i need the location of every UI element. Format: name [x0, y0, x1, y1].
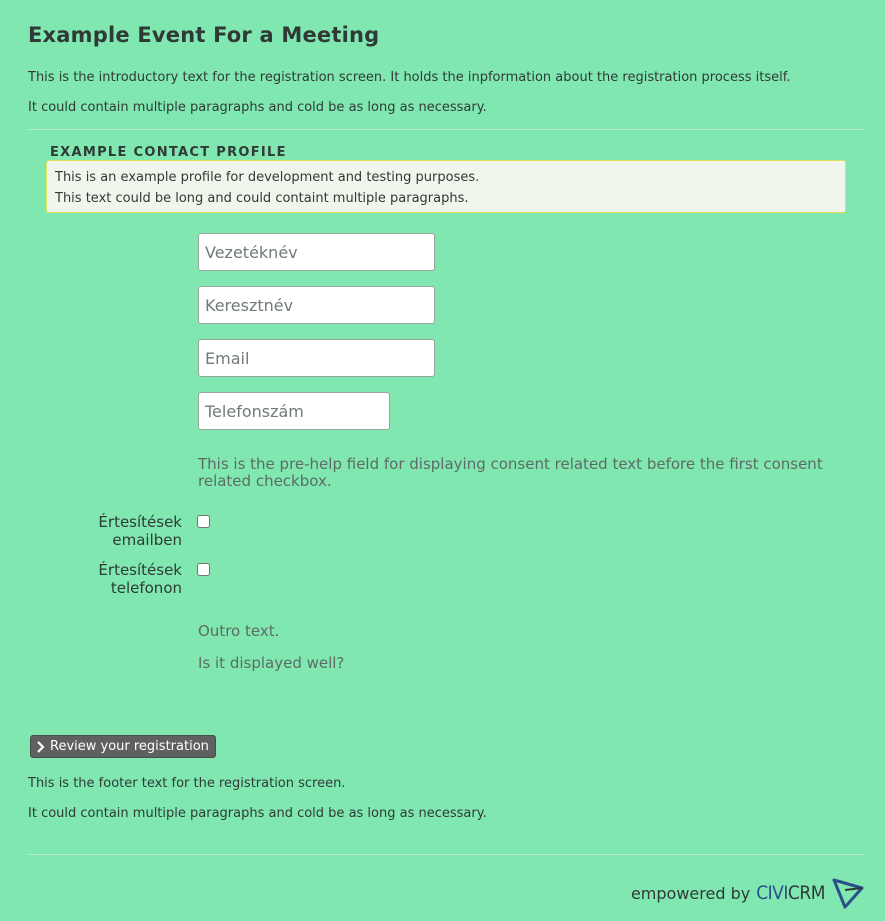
profile-title: EXAMPLE CONTACT PROFILE — [50, 145, 287, 160]
profile-help-paragraph: This text could be long and could contai… — [55, 191, 469, 206]
consent-email-label: Értesítések emailben — [98, 513, 182, 549]
consent-email-checkbox[interactable] — [197, 515, 210, 528]
registration-page: Example Event For a Meeting This is the … — [0, 0, 885, 921]
review-registration-button[interactable]: Review your registration — [30, 735, 216, 758]
chevron-right-icon — [37, 740, 45, 753]
footer-paragraph: It could contain multiple paragraphs and… — [28, 806, 487, 821]
email-input[interactable] — [198, 339, 435, 377]
last-name-input[interactable] — [198, 233, 435, 271]
page-title: Example Event For a Meeting — [28, 23, 380, 47]
civicrm-logo-icon — [832, 878, 864, 909]
powered-by-text: empowered by — [630, 883, 751, 903]
consent-prehelp-text: This is the pre-help field for displayin… — [198, 455, 823, 490]
brand-civi: CIVI — [756, 882, 788, 904]
first-name-input[interactable] — [198, 286, 435, 324]
divider — [28, 854, 864, 855]
brand-crm: CRM — [787, 882, 826, 904]
outro-paragraph: Is it displayed well? — [198, 654, 345, 672]
intro-paragraph: It could contain multiple paragraphs and… — [28, 100, 487, 115]
phone-input[interactable] — [198, 392, 390, 430]
footer-paragraph: This is the footer text for the registra… — [28, 776, 346, 791]
consent-phone-label: Értesítések telefonon — [98, 561, 182, 597]
profile-help-box: This is an example profile for developme… — [46, 160, 846, 213]
profile-help-paragraph: This is an example profile for developme… — [55, 170, 480, 185]
divider — [28, 129, 864, 130]
intro-paragraph: This is the introductory text for the re… — [28, 70, 791, 85]
outro-paragraph: Outro text. — [198, 622, 280, 640]
civicrm-branding: empowered by CIVICRM — [631, 876, 865, 910]
civicrm-logo-link[interactable]: CIVICRM — [756, 882, 825, 904]
consent-phone-checkbox[interactable] — [197, 563, 210, 576]
review-registration-label: Review your registration — [50, 739, 209, 754]
